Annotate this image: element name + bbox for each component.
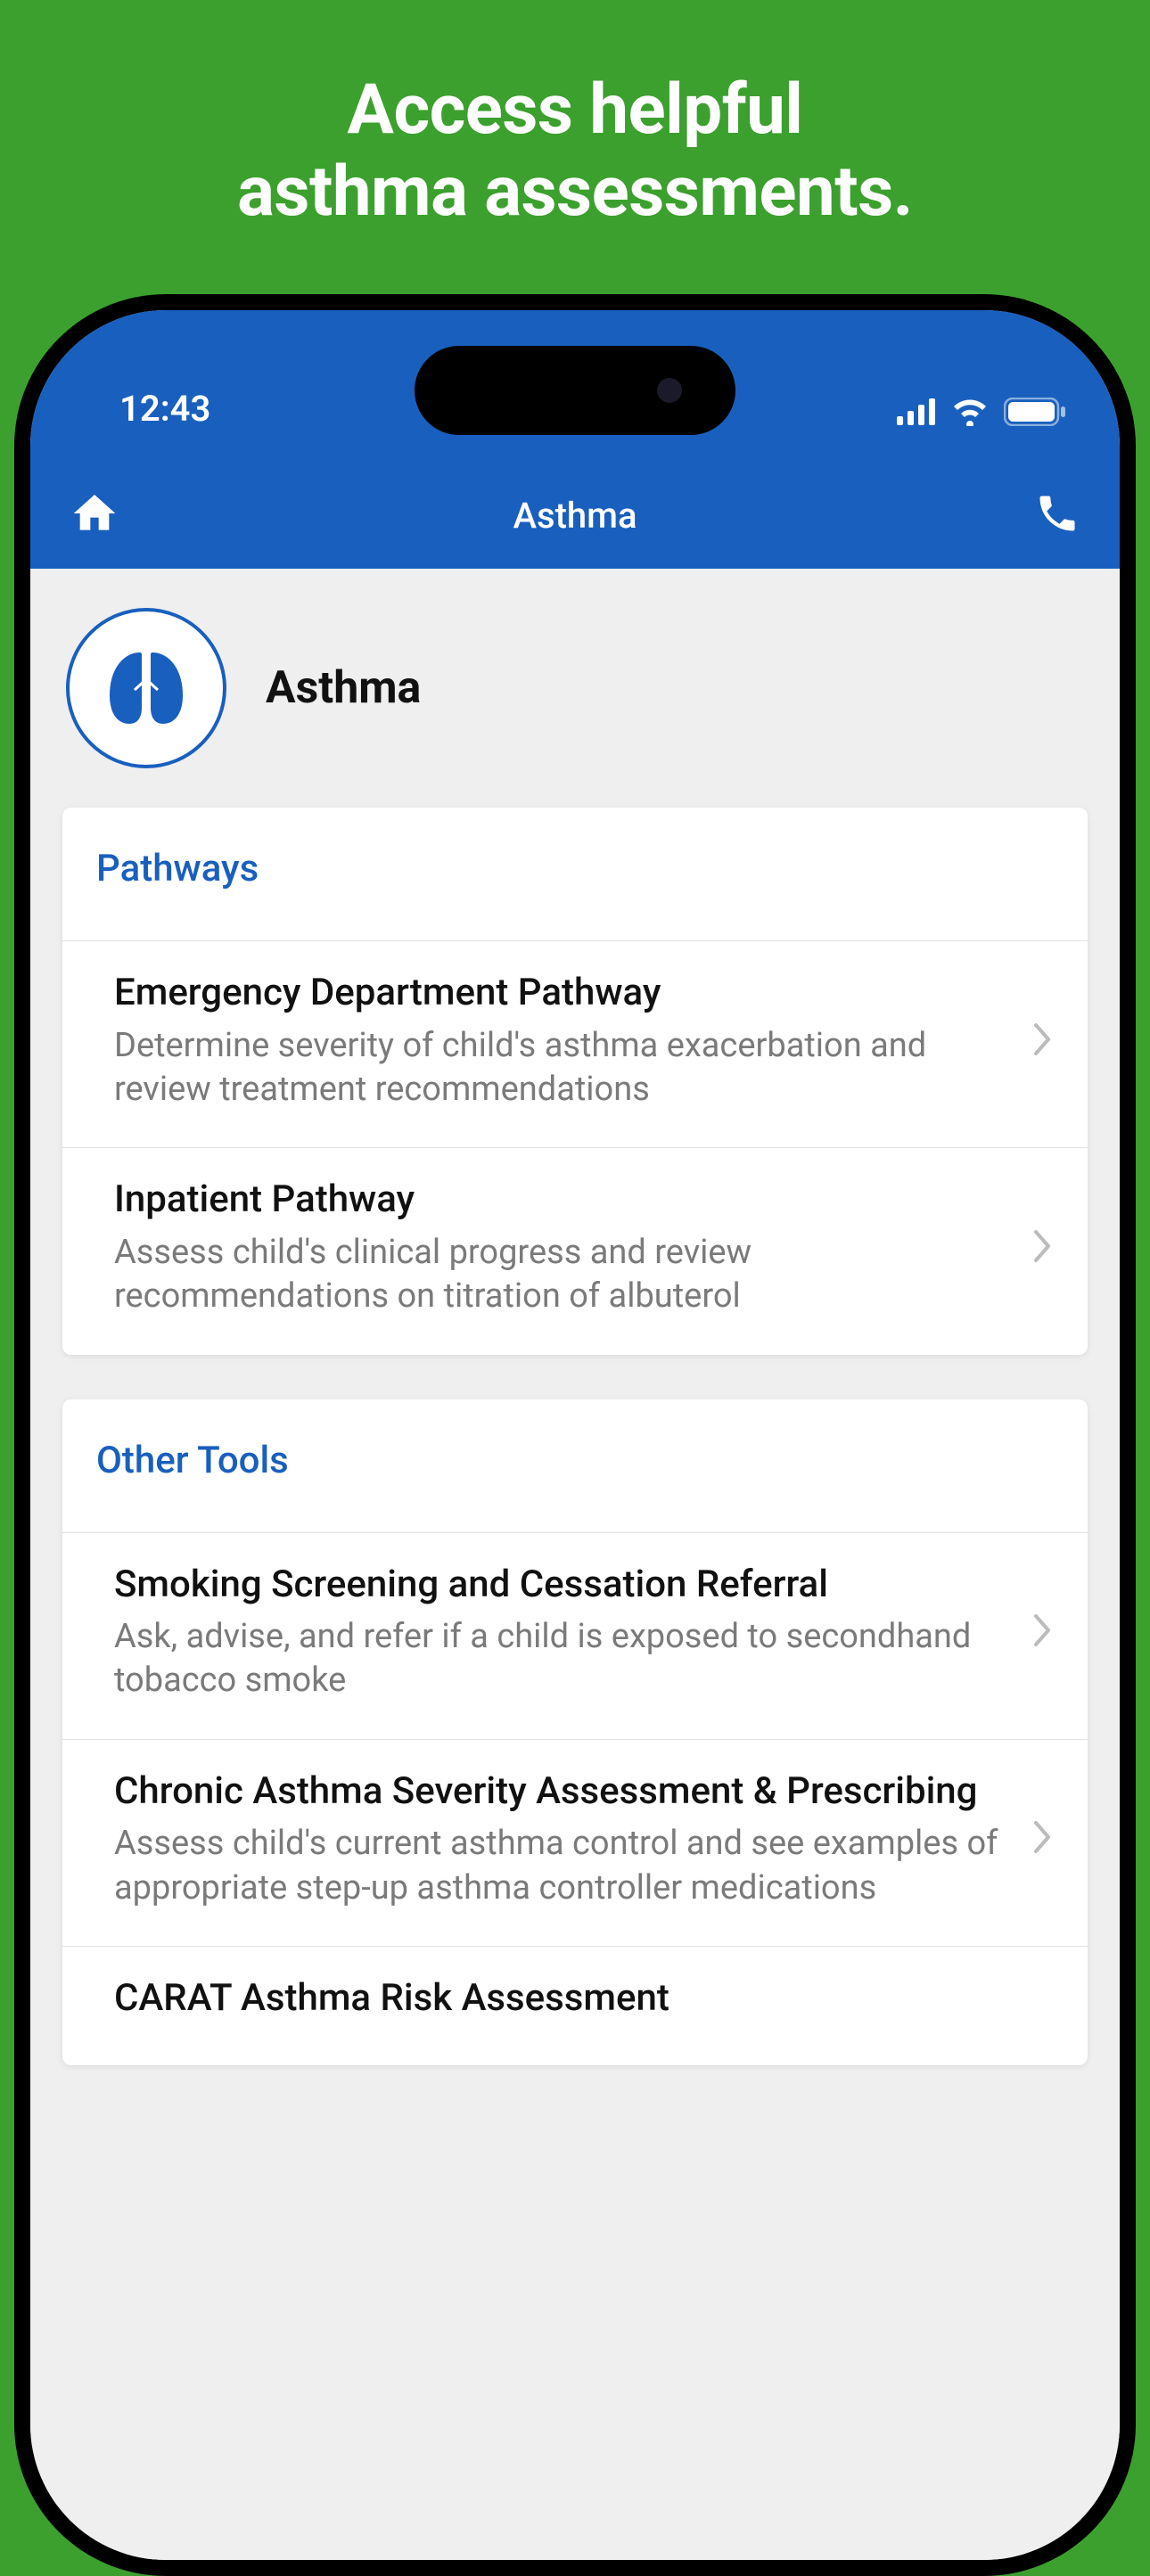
promo-title: Access helpful asthma assessments.	[0, 0, 1150, 234]
section-pathways: Pathways Emergency Department Pathway De…	[62, 808, 1088, 1355]
phone-icon[interactable]	[1034, 490, 1080, 540]
list-item[interactable]: Emergency Department Pathway Determine s…	[62, 940, 1088, 1147]
nav-title: Asthma	[513, 495, 637, 537]
wifi-icon	[950, 398, 990, 430]
page-title: Asthma	[266, 662, 421, 714]
promo-title-line1: Access helpful	[0, 70, 1150, 152]
list-item-body: Smoking Screening and Cessation Referral…	[114, 1562, 1014, 1703]
cellular-signal-icon	[897, 398, 936, 429]
section-other-tools: Other Tools Smoking Screening and Cessat…	[62, 1399, 1088, 2065]
dynamic-island	[415, 346, 735, 435]
list-item-title: CARAT Asthma Risk Assessment	[114, 1975, 1054, 2022]
battery-icon	[1004, 398, 1066, 430]
lungs-icon	[66, 608, 226, 768]
list-item-title: Inpatient Pathway	[114, 1177, 1014, 1224]
nav-bar: Asthma	[30, 462, 1120, 569]
list-item[interactable]: Chronic Asthma Severity Assessment & Pre…	[62, 1739, 1088, 1946]
home-icon[interactable]	[70, 488, 119, 542]
list-item-title: Chronic Asthma Severity Assessment & Pre…	[114, 1768, 1014, 1816]
content-area: Asthma Pathways Emergency Department Pat…	[30, 569, 1120, 2560]
list-item-body: Emergency Department Pathway Determine s…	[114, 970, 1014, 1112]
promo-title-line2: asthma assessments.	[0, 152, 1150, 234]
list-item-desc: Assess child's current asthma control an…	[114, 1822, 1014, 1910]
chevron-right-icon	[1032, 1819, 1054, 1858]
list-item[interactable]: Smoking Screening and Cessation Referral…	[62, 1532, 1088, 1739]
page-header: Asthma	[30, 569, 1120, 808]
list-item-body: Chronic Asthma Severity Assessment & Pre…	[114, 1768, 1014, 1910]
chevron-right-icon	[1032, 1228, 1054, 1267]
chevron-right-icon	[1032, 1612, 1054, 1652]
phone-frame: 12:43 Asthma	[14, 294, 1136, 2576]
front-camera	[657, 378, 682, 403]
list-item[interactable]: Inpatient Pathway Assess child's clinica…	[62, 1147, 1088, 1354]
list-item[interactable]: CARAT Asthma Risk Assessment	[62, 1946, 1088, 2065]
status-icons	[897, 398, 1066, 430]
status-time: 12:43	[84, 388, 210, 430]
list-item-body: Inpatient Pathway Assess child's clinica…	[114, 1177, 1014, 1318]
list-item-desc: Determine severity of child's asthma exa…	[114, 1024, 1014, 1112]
list-item-desc: Assess child's clinical progress and rev…	[114, 1231, 1014, 1319]
list-item-desc: Ask, advise, and refer if a child is exp…	[114, 1615, 1014, 1703]
phone-screen: 12:43 Asthma	[30, 310, 1120, 2560]
section-header: Pathways	[62, 808, 1088, 940]
list-item-body: CARAT Asthma Risk Assessment	[114, 1975, 1054, 2030]
section-header: Other Tools	[62, 1399, 1088, 1532]
chevron-right-icon	[1032, 1021, 1054, 1061]
list-item-title: Smoking Screening and Cessation Referral	[114, 1562, 1014, 1609]
list-item-title: Emergency Department Pathway	[114, 970, 1014, 1017]
